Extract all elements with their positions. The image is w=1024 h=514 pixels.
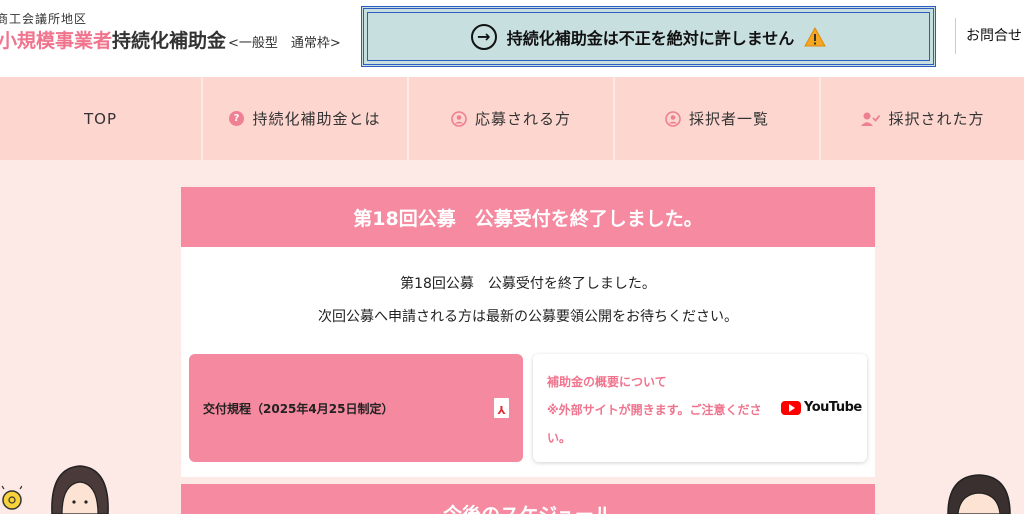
brand-subtitle: 商工会議所地区 — [0, 12, 88, 26]
notice-line-2: 次回公募へ申請される方は最新の公募要領公開をお待ちください。 — [318, 309, 738, 325]
contact-link[interactable]: お問合せ — [955, 18, 1022, 54]
youtube-card[interactable]: 補助金の概要について ※外部サイトが開きます。ご注意ください。 YouTube — [533, 354, 867, 462]
nav-item-about[interactable]: ? 持続化補助金とは — [203, 77, 409, 160]
brand-type-text: <一般型 通常枠> — [228, 36, 341, 51]
lightbulb-icon — [1, 485, 22, 510]
nav-item-adopted-list[interactable]: 採択者一覧 — [615, 77, 821, 160]
main-nav: TOP ? 持続化補助金とは 応募される方 採択者一覧 採択された方 — [0, 77, 1024, 160]
site-logo[interactable]: 小規模事業者持続化補助金 <一般型 通常枠> — [0, 26, 341, 53]
schedule-heading: 今後のスケジュール — [181, 484, 875, 514]
nav-item-label: 応募される方 — [474, 110, 571, 128]
youtube-logo: YouTube — [781, 400, 862, 415]
youtube-play-icon — [781, 400, 801, 415]
fraud-warning-banner[interactable]: → 持続化補助金は不正を絶対に許しません — [361, 6, 936, 67]
brand-accent-text: 小規模事業者 — [0, 30, 113, 52]
user-circle-icon — [665, 110, 681, 127]
nav-item-label: 採択された方 — [888, 110, 985, 128]
nav-item-label: 持続化補助金とは — [252, 110, 381, 128]
pdf-download-card[interactable]: 交付規程（2025年4月25日制定） ⅄ — [189, 354, 523, 462]
pdf-icon: ⅄ — [494, 398, 509, 418]
youtube-card-title: 補助金の概要について — [547, 375, 667, 389]
notice-panel: 第18回公募 公募受付を終了しました。 第18回公募 公募受付を終了しました。 … — [181, 187, 875, 477]
nav-item-label: TOP — [83, 109, 117, 128]
arrow-right-circle-icon: → — [470, 23, 497, 50]
nav-item-adopted[interactable]: 採択された方 — [821, 77, 1024, 160]
user-check-icon — [861, 112, 881, 126]
brand-title-text: 持続化補助金 — [112, 30, 227, 52]
notice-heading: 第18回公募 公募受付を終了しました。 — [181, 187, 875, 247]
nav-item-label: 採択者一覧 — [688, 110, 769, 128]
nav-item-top[interactable]: TOP — [0, 77, 203, 160]
question-circle-icon: ? — [229, 111, 245, 126]
woman-character-illustration — [51, 465, 109, 514]
user-circle-icon — [451, 110, 467, 127]
youtube-logo-text: YouTube — [804, 400, 862, 415]
nav-item-applicants[interactable]: 応募される方 — [409, 77, 615, 160]
pdf-card-label: 交付規程（2025年4月25日制定） — [203, 401, 394, 416]
man-character-illustration — [947, 474, 1011, 514]
site-header: 商工会議所地区 小規模事業者持続化補助金 <一般型 通常枠> → 持続化補助金は不… — [0, 0, 1024, 77]
warning-icon — [804, 26, 827, 46]
notice-line-1: 第18回公募 公募受付を終了しました。 — [400, 276, 656, 292]
fraud-warning-text: 持続化補助金は不正を絶対に許しません — [506, 28, 795, 48]
youtube-card-note: ※外部サイトが開きます。ご注意ください。 — [547, 403, 762, 445]
